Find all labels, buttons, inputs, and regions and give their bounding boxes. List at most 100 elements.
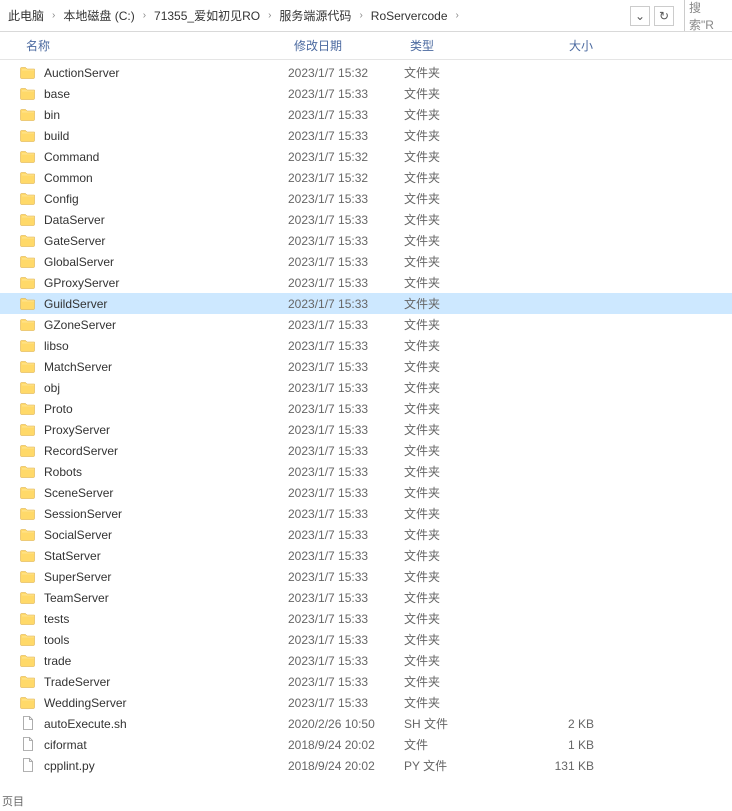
file-row[interactable]: Robots2023/1/7 15:33文件夹 [0, 461, 732, 482]
file-type: 文件夹 [404, 148, 520, 165]
folder-icon [20, 337, 38, 355]
breadcrumb-item[interactable]: 此电脑 [4, 5, 48, 26]
file-type: 文件夹 [404, 610, 520, 627]
file-row[interactable]: libso2023/1/7 15:33文件夹 [0, 335, 732, 356]
file-row[interactable]: build2023/1/7 15:33文件夹 [0, 125, 732, 146]
history-dropdown-button[interactable]: ⌄ [630, 6, 650, 26]
file-row[interactable]: TradeServer2023/1/7 15:33文件夹 [0, 671, 732, 692]
file-row[interactable]: Config2023/1/7 15:33文件夹 [0, 188, 732, 209]
file-type: 文件夹 [404, 463, 520, 480]
file-name: tests [44, 612, 288, 626]
file-type: 文件夹 [404, 169, 520, 186]
folder-icon [20, 631, 38, 649]
file-row[interactable]: RecordServer2023/1/7 15:33文件夹 [0, 440, 732, 461]
file-type: 文件夹 [404, 505, 520, 522]
breadcrumb-item[interactable]: 服务端源代码 [275, 5, 355, 26]
file-row[interactable]: Common2023/1/7 15:32文件夹 [0, 167, 732, 188]
file-size: 1 KB [520, 738, 594, 752]
column-headers: 名称 修改日期 类型 大小 [0, 32, 732, 60]
file-row[interactable]: DataServer2023/1/7 15:33文件夹 [0, 209, 732, 230]
column-header-name[interactable]: 名称 [20, 32, 288, 59]
chevron-right-icon[interactable]: › [266, 10, 273, 21]
column-header-date[interactable]: 修改日期 [288, 32, 404, 59]
folder-icon [20, 610, 38, 628]
file-date: 2023/1/7 15:33 [288, 486, 404, 500]
chevron-right-icon[interactable]: › [454, 10, 461, 21]
file-name: base [44, 87, 288, 101]
file-type: 文件夹 [404, 253, 520, 270]
folder-icon [20, 400, 38, 418]
column-header-type[interactable]: 类型 [404, 32, 520, 59]
file-row[interactable]: GProxyServer2023/1/7 15:33文件夹 [0, 272, 732, 293]
file-date: 2023/1/7 15:33 [288, 381, 404, 395]
file-row[interactable]: AuctionServer2023/1/7 15:32文件夹 [0, 62, 732, 83]
file-name: Command [44, 150, 288, 164]
file-name: Config [44, 192, 288, 206]
file-row[interactable]: GZoneServer2023/1/7 15:33文件夹 [0, 314, 732, 335]
file-row[interactable]: Command2023/1/7 15:32文件夹 [0, 146, 732, 167]
file-type: 文件夹 [404, 232, 520, 249]
file-type: 文件夹 [404, 190, 520, 207]
file-date: 2023/1/7 15:33 [288, 696, 404, 710]
file-row[interactable]: WeddingServer2023/1/7 15:33文件夹 [0, 692, 732, 713]
file-row[interactable]: Proto2023/1/7 15:33文件夹 [0, 398, 732, 419]
file-row[interactable]: tools2023/1/7 15:33文件夹 [0, 629, 732, 650]
file-row[interactable]: tests2023/1/7 15:33文件夹 [0, 608, 732, 629]
folder-icon [20, 295, 38, 313]
file-row[interactable]: TeamServer2023/1/7 15:33文件夹 [0, 587, 732, 608]
folder-icon [20, 169, 38, 187]
file-name: bin [44, 108, 288, 122]
file-row[interactable]: SocialServer2023/1/7 15:33文件夹 [0, 524, 732, 545]
file-row[interactable]: ciformat2018/9/24 20:02文件1 KB [0, 734, 732, 755]
chevron-right-icon[interactable]: › [50, 10, 57, 21]
file-row[interactable]: ProxyServer2023/1/7 15:33文件夹 [0, 419, 732, 440]
file-date: 2023/1/7 15:33 [288, 423, 404, 437]
refresh-button[interactable]: ↻ [654, 6, 674, 26]
file-row[interactable]: GateServer2023/1/7 15:33文件夹 [0, 230, 732, 251]
folder-icon [20, 526, 38, 544]
chevron-right-icon[interactable]: › [357, 10, 364, 21]
file-name: DataServer [44, 213, 288, 227]
file-date: 2023/1/7 15:33 [288, 675, 404, 689]
file-row[interactable]: trade2023/1/7 15:33文件夹 [0, 650, 732, 671]
file-type: 文件夹 [404, 442, 520, 459]
file-icon [20, 736, 38, 754]
breadcrumb-item[interactable]: 本地磁盘 (C:) [59, 5, 138, 26]
file-date: 2023/1/7 15:32 [288, 150, 404, 164]
file-row[interactable]: SessionServer2023/1/7 15:33文件夹 [0, 503, 732, 524]
file-row[interactable]: cpplint.py2018/9/24 20:02PY 文件131 KB [0, 755, 732, 776]
folder-icon [20, 463, 38, 481]
file-name: ciformat [44, 738, 288, 752]
file-date: 2023/1/7 15:33 [288, 108, 404, 122]
file-row[interactable]: GuildServer2023/1/7 15:33文件夹 [0, 293, 732, 314]
column-header-size[interactable]: 大小 [520, 32, 600, 59]
file-name: RecordServer [44, 444, 288, 458]
folder-icon [20, 694, 38, 712]
chevron-right-icon[interactable]: › [141, 10, 148, 21]
breadcrumb-item[interactable]: 71355_爱如初见RO [150, 5, 264, 26]
file-date: 2023/1/7 15:33 [288, 276, 404, 290]
file-date: 2023/1/7 15:33 [288, 633, 404, 647]
file-row[interactable]: StatServer2023/1/7 15:33文件夹 [0, 545, 732, 566]
breadcrumb-item[interactable]: RoServercode [367, 7, 452, 25]
file-type: 文件夹 [404, 589, 520, 606]
file-icon [20, 757, 38, 775]
search-input[interactable]: 搜索"R [684, 0, 728, 31]
file-name: build [44, 129, 288, 143]
file-size: 2 KB [520, 717, 594, 731]
file-row[interactable]: obj2023/1/7 15:33文件夹 [0, 377, 732, 398]
file-row[interactable]: bin2023/1/7 15:33文件夹 [0, 104, 732, 125]
file-row[interactable]: base2023/1/7 15:33文件夹 [0, 83, 732, 104]
folder-icon [20, 547, 38, 565]
file-date: 2018/9/24 20:02 [288, 738, 404, 752]
file-row[interactable]: MatchServer2023/1/7 15:33文件夹 [0, 356, 732, 377]
file-row[interactable]: GlobalServer2023/1/7 15:33文件夹 [0, 251, 732, 272]
file-row[interactable]: autoExecute.sh2020/2/26 10:50SH 文件2 KB [0, 713, 732, 734]
file-date: 2023/1/7 15:33 [288, 465, 404, 479]
file-name: tools [44, 633, 288, 647]
file-row[interactable]: SceneServer2023/1/7 15:33文件夹 [0, 482, 732, 503]
file-row[interactable]: SuperServer2023/1/7 15:33文件夹 [0, 566, 732, 587]
folder-icon [20, 652, 38, 670]
file-date: 2023/1/7 15:33 [288, 654, 404, 668]
file-name: WeddingServer [44, 696, 288, 710]
